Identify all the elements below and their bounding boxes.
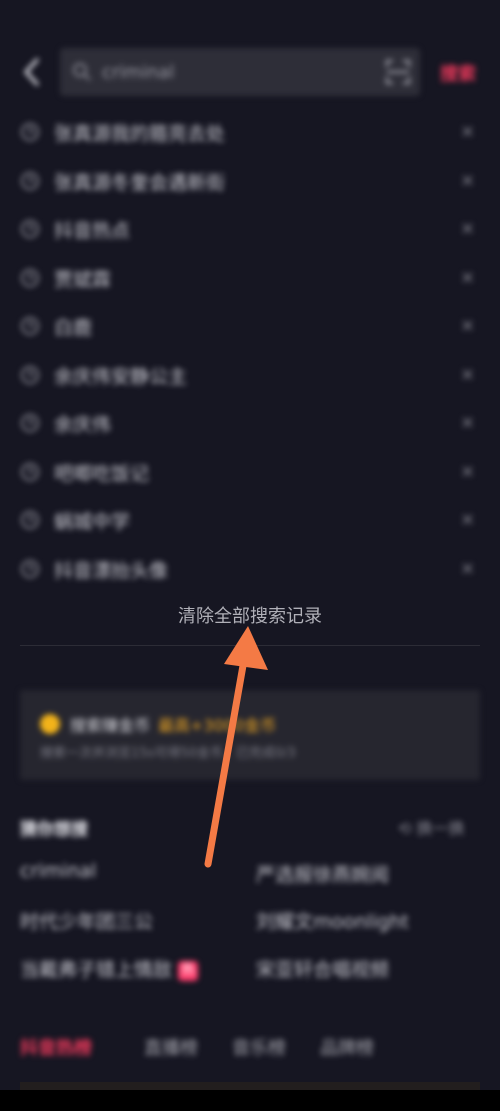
history-item-label: 抖音热点 [54,220,131,242]
history-item-label: 贾斌霖 [54,268,112,291]
tab-1[interactable]: 直播榜 [144,1034,198,1060]
clock-icon [21,220,39,238]
history-item-label: 白鹿 [54,317,93,339]
history-item-label: 吧唧吃饭记 [54,462,150,485]
history-item[interactable]: 抖音热点 × [0,205,500,254]
clock-icon [21,559,39,578]
system-nav-bar [0,1090,500,1111]
close-icon[interactable]: × [460,509,475,530]
close-icon[interactable]: × [460,121,475,142]
history-item-label: 抖音漂抬头像 [54,559,169,582]
search-input[interactable] [100,48,384,98]
suggestion-item[interactable]: 严选报徐燕婉阅 [256,860,389,887]
tab-3[interactable]: 品牌榜 [320,1034,374,1060]
coin-icon [40,714,60,734]
history-item[interactable]: 白鹿 × [0,302,500,351]
close-icon[interactable]: × [460,267,475,288]
clock-icon [21,462,39,481]
clock-icon [21,268,39,287]
history-item-label: 余庆伟 [54,414,112,436]
close-icon[interactable]: × [460,170,475,191]
scan-icon[interactable] [384,58,412,86]
close-icon[interactable]: × [460,218,475,239]
promo-highlight: 最高+3000金币 [158,716,277,735]
divider [20,645,480,646]
ranking-tabs: 抖音热榜 直播榜 音乐榜 品牌榜 [20,1034,480,1064]
suggestion-label: 宋亚轩合唱视频 [256,959,390,981]
suggestion-item[interactable]: 当戴弗子错上情敌热 [20,955,199,982]
close-icon[interactable]: × [460,412,475,433]
close-icon[interactable]: × [460,364,475,385]
history-item[interactable]: 蜗城中学 × [0,496,500,545]
history-item[interactable]: 贾斌霖 × [0,254,500,303]
coin-promo-card[interactable]: 搜索赚金币 最高+3000金币 搜索一次并浏览15s可得50金币，已完成0/3 [20,690,480,780]
suggestion-label: 刘耀文moonlight [256,911,409,933]
clock-icon [21,511,39,529]
search-button[interactable]: 搜索 [440,60,476,86]
suggestion-label: 严选报徐燕婉阅 [256,864,390,886]
history-item-label: 张真源冬奎会遇新街 [54,171,226,194]
history-item[interactable]: 张真源我的箍亮去处 × [0,108,500,157]
search-header: 搜索 [0,44,500,100]
hot-badge: 热 [178,961,199,981]
clock-icon [21,317,39,335]
history-item[interactable]: 抖音漂抬头像 × [0,545,500,594]
search-icon [73,63,91,81]
refresh-icon: ⟲ [398,819,417,838]
back-arrow-icon[interactable] [18,56,46,88]
clock-icon [21,365,39,384]
history-item[interactable]: 张真源冬奎会遇新街 × [0,157,500,206]
promo-subtitle: 搜索一次并浏览15s可得50金币，已完成0/3 [40,746,296,761]
close-icon[interactable]: × [460,315,475,336]
history-item[interactable]: 吧唧吃饭记 × [0,448,500,497]
suggestion-item[interactable]: 刘耀文moonlight [256,907,409,934]
history-item[interactable]: 余庆伟安静公主 × [0,351,500,400]
suggestion-label: criminal [20,860,97,882]
suggestion-item[interactable]: criminal [20,860,96,882]
suggestion-item[interactable]: 时代少年团三公 [20,907,153,934]
close-icon[interactable]: × [460,558,475,579]
clock-icon [21,414,39,432]
tab-0[interactable]: 抖音热榜 [20,1034,92,1060]
history-item-label: 余庆伟安静公主 [54,365,188,388]
close-icon[interactable]: × [460,461,475,482]
clock-icon [21,171,39,190]
tab-2[interactable]: 音乐榜 [232,1034,286,1060]
guess-heading: 猜你想搜 [20,820,88,840]
history-item-label: 张真源我的箍亮去处 [54,123,226,145]
search-box[interactable] [60,48,420,98]
suggestion-item[interactable]: 宋亚轩合唱视频 [256,955,389,982]
history-item-label: 蜗城中学 [54,511,131,533]
suggestion-label: 当戴弗子错上情敌 [20,959,173,981]
history-item[interactable]: 余庆伟 × [0,399,500,448]
promo-title: 搜索赚金币 最高+3000金币 [70,716,277,735]
search-history-list: 张真源我的箍亮去处 × 张真源冬奎会遇新街 × 抖音热点 × 贾斌霖 × 白鹿 × 余庆伟安静公主 ×… [0,108,500,593]
clear-history-button[interactable]: 清除全部搜索记录 [0,602,500,628]
suggestion-label: 时代少年团三公 [20,911,154,933]
refresh-button[interactable]: ⟲ 换一换 [398,815,465,839]
clock-icon [21,123,39,141]
